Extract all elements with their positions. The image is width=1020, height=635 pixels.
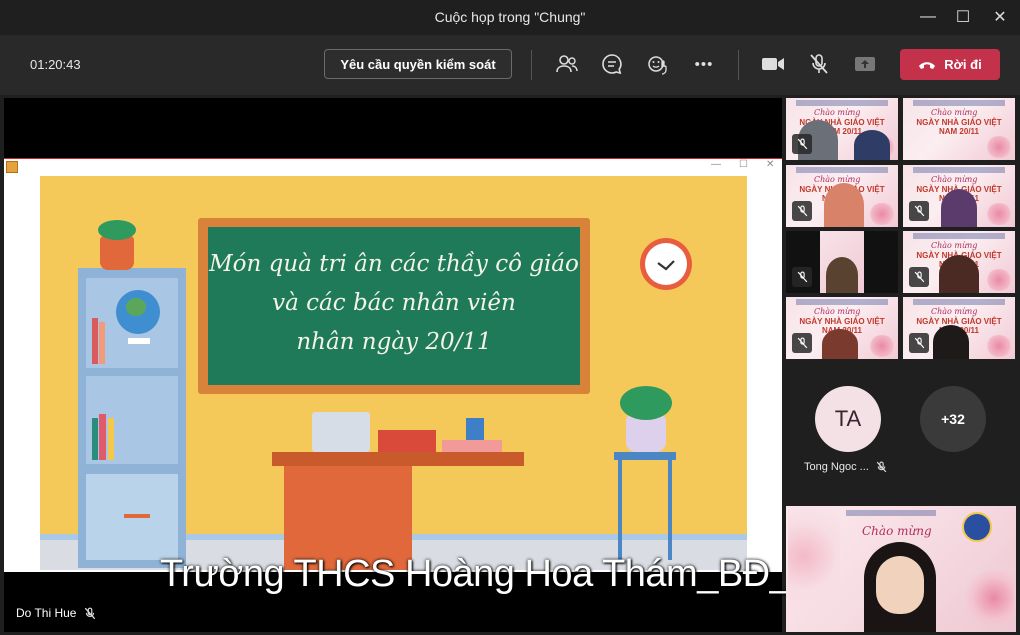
participant-video-tile[interactable]: Chào mừng NGÀY NHÀ GIÁO VIỆT NAM 20/11	[786, 297, 898, 359]
shelf-plant	[98, 220, 136, 270]
window-title: Cuộc họp trong "Chung"	[434, 9, 586, 25]
leave-button[interactable]: Rời đi	[900, 49, 1000, 80]
self-view-person-face	[876, 556, 924, 614]
presentation-slide: Món quà tri ân các thầy cô giáo và các b…	[40, 176, 747, 570]
participant-video-tile[interactable]: Chào mừng NGÀY NHÀ GIÁO VIỆT NAM 20/11	[786, 165, 898, 227]
reactions-button[interactable]	[645, 51, 671, 77]
tile-script: Chào mừng	[814, 175, 861, 184]
participant-video-tile[interactable]: Chào mừng NGÀY NHÀ GIÁO VIỆT NAM 20/11	[903, 98, 1015, 160]
minimize-button[interactable]: —	[913, 5, 943, 29]
presenter-name: Do Thi Hue	[16, 606, 77, 620]
leave-label: Rời đi	[944, 57, 982, 72]
self-view-tile[interactable]: Chào mừng	[786, 506, 1016, 632]
title-bar: Cuộc họp trong "Chung" — ☐ ✕	[0, 0, 1020, 35]
muted-mic-icon	[909, 333, 929, 353]
avatar-name: Tong Ngoc ...	[804, 461, 869, 473]
tile-script: Chào mừng	[814, 108, 861, 117]
bookshelf	[78, 268, 186, 568]
participant-video-tile[interactable]: Chào mừng NGÀY NHÀ GIÁO VIỆT NAM 20/11	[903, 165, 1015, 227]
chat-icon	[602, 54, 622, 75]
microphone-muted-icon	[85, 607, 96, 619]
tile-script: Chào mừng	[931, 175, 978, 184]
chat-button[interactable]	[599, 51, 625, 77]
more-participants-button[interactable]: +32	[920, 386, 986, 452]
laptop	[312, 412, 370, 452]
tile-script: Chào mừng	[931, 108, 978, 117]
share-content-button[interactable]	[852, 51, 878, 77]
participants-button[interactable]	[554, 51, 580, 77]
shared-minimize-icon: —	[711, 159, 721, 170]
request-control-button[interactable]: Yêu cầu quyền kiểm soát	[324, 49, 512, 79]
side-table	[614, 452, 676, 460]
participant-video-tile[interactable]: Chào mừng NGÀY NHÀ GIÁO VIỆT NAM 20/11	[903, 297, 1015, 359]
people-icon	[556, 55, 578, 73]
muted-mic-icon	[792, 201, 812, 221]
tile-script: Chào mừng	[931, 241, 978, 250]
muted-mic-icon	[909, 267, 929, 287]
app-icon	[6, 161, 18, 173]
slide-line-1: Món quà tri ân các thầy cô giáo	[209, 251, 579, 277]
microphone-muted-icon	[810, 54, 828, 74]
shared-window-titlebar: — ☐ ✕	[4, 158, 782, 175]
table-plant	[620, 386, 672, 452]
shared-close-icon: ✕	[766, 159, 775, 170]
muted-mic-icon	[792, 333, 812, 353]
camera-button[interactable]	[760, 51, 786, 77]
participant-video-tile[interactable]	[786, 231, 898, 293]
share-screen-icon	[855, 57, 875, 71]
participant-video-tile[interactable]: Chào mừng NGÀY NHÀ GIÁO VIỆT NAM 20/11	[903, 231, 1015, 293]
meeting-timer: 01:20:43	[30, 57, 81, 72]
shared-screen: — ☐ ✕ Món quà tri ân các thầy cô giáo và…	[4, 158, 782, 572]
stage-caption: Trường THCS Hoàng Hoa Thám_BĐ_HN	[160, 553, 845, 595]
self-view-script: Chào mừng	[862, 524, 932, 538]
close-window-button[interactable]: ✕	[985, 5, 1015, 29]
microphone-muted-icon	[876, 461, 887, 473]
toolbar-divider	[531, 50, 532, 80]
participant-video-tile[interactable]: Chào mừng NGÀY NHÀ GIÁO VIỆT NAM 20/11	[786, 98, 898, 160]
slide-line-2: và các bác nhân viên	[272, 290, 516, 316]
tile-script: Chào mừng	[814, 307, 861, 316]
toolbar-divider	[738, 50, 739, 80]
hang-up-icon	[919, 61, 936, 69]
muted-mic-icon	[792, 134, 812, 154]
shared-maximize-icon: ☐	[739, 159, 748, 170]
avatar-name-tag: Tong Ngoc ...	[804, 461, 887, 473]
more-options-button[interactable]: •••	[691, 51, 717, 77]
presenter-name-tag: Do Thi Hue	[16, 606, 96, 620]
school-logo	[962, 512, 992, 542]
muted-mic-icon	[909, 201, 929, 221]
chalkboard: Món quà tri ân các thầy cô giáo và các b…	[198, 218, 590, 394]
tile-script: Chào mừng	[931, 307, 978, 316]
raise-hand-icon	[648, 56, 667, 75]
microphone-button[interactable]	[806, 51, 832, 77]
chalkboard-text: Món quà tri ân các thầy cô giáo và các b…	[208, 227, 580, 385]
desk-books	[442, 440, 502, 452]
pencil-cup	[466, 418, 484, 440]
camera-icon	[762, 58, 784, 70]
desk-top	[272, 452, 524, 466]
muted-mic-icon	[792, 267, 812, 287]
wall-clock	[640, 238, 692, 290]
participant-avatar[interactable]: TA	[815, 386, 881, 452]
maximize-button[interactable]: ☐	[948, 5, 978, 29]
chair	[378, 430, 436, 452]
slide-line-3: nhân ngày 20/11	[296, 329, 492, 355]
meeting-toolbar: 01:20:43 Yêu cầu quyền kiểm soát ••• Rời…	[0, 35, 1020, 95]
tile-banner: NGÀY NHÀ GIÁO VIỆT NAM 20/11	[916, 118, 1002, 136]
